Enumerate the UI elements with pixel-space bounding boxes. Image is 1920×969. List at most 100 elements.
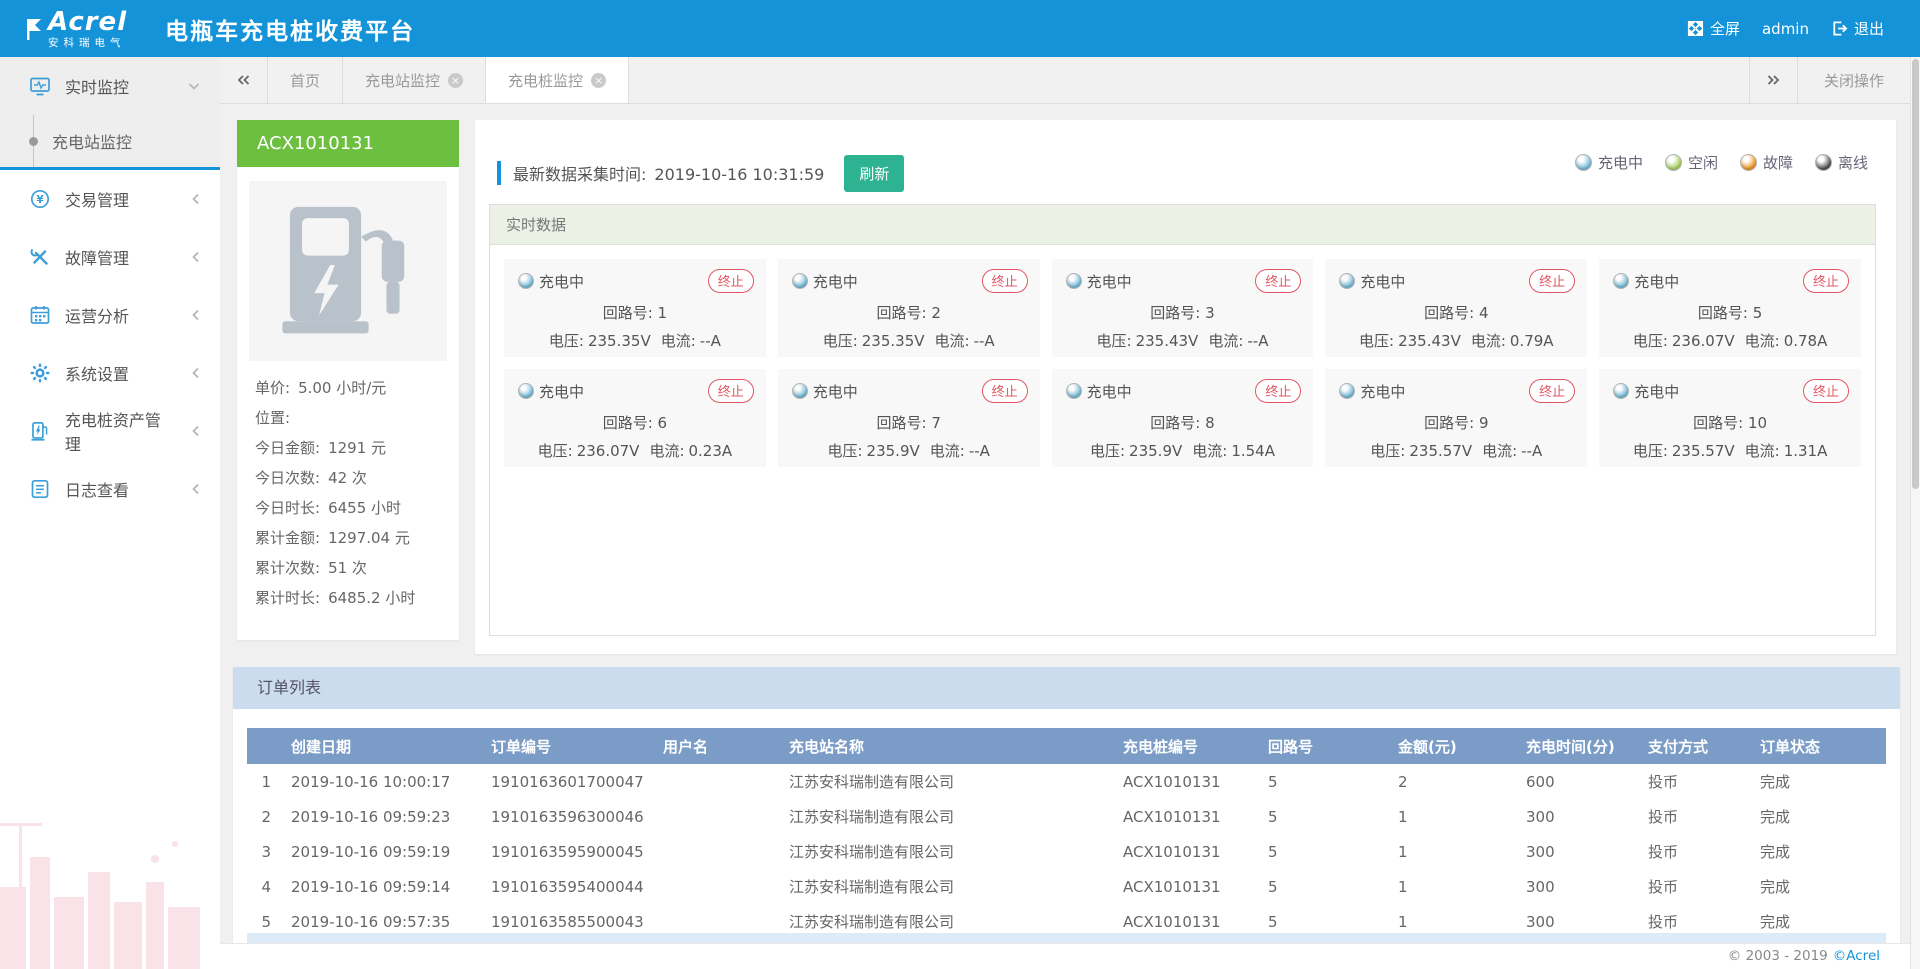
circuit-card-5: 充电中终止 回路号: 5 电压:236.07V电流:0.78A — [1599, 259, 1861, 357]
chevron-left-icon — [191, 193, 200, 205]
charging-status-icon — [1613, 273, 1629, 289]
refresh-button[interactable]: 刷新 — [844, 155, 904, 192]
circuit-no-value: 5 — [1753, 304, 1763, 322]
sidebar-item-faults[interactable]: 故障管理 — [0, 228, 220, 286]
logout-icon — [1831, 20, 1848, 37]
terminate-button[interactable]: 终止 — [982, 269, 1028, 293]
cell-date: 2019-10-16 09:59:14 — [283, 869, 483, 904]
circuit-no-value: 3 — [1205, 304, 1215, 322]
current-value: --A — [700, 332, 721, 350]
sidebar-item-settings[interactable]: 系统设置 — [0, 344, 220, 402]
col-header: 用户名 — [655, 728, 781, 764]
stat-value: 5.00 小时/元 — [298, 373, 386, 403]
cell-pay: 投币 — [1640, 834, 1752, 869]
fault-status-icon — [1740, 154, 1757, 171]
cell-index: 1 — [247, 764, 283, 799]
sidebar-item-pile-assets[interactable]: 充电桩资产管理 — [0, 402, 220, 460]
circuit-status: 充电中 — [539, 381, 584, 402]
terminate-button[interactable]: 终止 — [1803, 269, 1849, 293]
table-row[interactable]: 3 2019-10-16 09:59:19 1910163595900045 江… — [247, 834, 1886, 869]
terminate-button[interactable]: 终止 — [1529, 269, 1575, 293]
circuit-card-6: 充电中终止 回路号: 6 电压:236.07V电流:0.23A — [504, 369, 766, 467]
tab-close-icon[interactable]: × — [448, 73, 463, 88]
charging-status-icon — [518, 383, 534, 399]
sidebar-item-analysis[interactable]: 运营分析 — [0, 286, 220, 344]
cell-pile: ACX1010131 — [1115, 764, 1260, 799]
cell-status: 完成 — [1752, 799, 1886, 834]
cell-amount: 2 — [1390, 764, 1518, 799]
close-operations-button[interactable]: 关闭操作 — [1797, 57, 1910, 103]
settings-icon — [30, 363, 50, 383]
sidebar-item-label: 系统设置 — [65, 361, 129, 385]
table-row[interactable]: 1 2019-10-16 10:00:17 1910163601700047 江… — [247, 764, 1886, 799]
terminate-button[interactable]: 终止 — [1255, 379, 1301, 403]
stat-label: 位置: — [255, 403, 290, 433]
app-root: Acrel 安科瑞电气 电瓶车充电桩收费平台 全屏 admin 退出 首页 — [0, 0, 1920, 969]
scrollbar-thumb[interactable] — [1912, 59, 1919, 489]
col-header: 订单状态 — [1752, 728, 1886, 764]
current-label: 电流: — [1471, 332, 1506, 350]
cell-minutes: 300 — [1518, 869, 1640, 904]
logout-label: 退出 — [1854, 18, 1884, 39]
circuit-no-label: 回路号: — [603, 414, 653, 432]
terminate-button[interactable]: 终止 — [708, 379, 754, 403]
realtime-data-box: 实时数据 充电中终止 回路号: 1 电压:235.35V电流:--A 充电中终止… — [489, 204, 1876, 636]
legend-label: 离线 — [1838, 152, 1868, 173]
circuit-grid: 充电中终止 回路号: 1 电压:235.35V电流:--A 充电中终止 回路号:… — [490, 245, 1875, 481]
voltage-label: 电压: — [549, 332, 584, 350]
current-label: 电流: — [661, 332, 696, 350]
voltage-value: 235.43V — [1136, 332, 1199, 350]
sidebar-item-logs[interactable]: 日志查看 — [0, 460, 220, 518]
terminate-button[interactable]: 终止 — [1803, 379, 1849, 403]
stat-label: 累计时长: — [255, 583, 320, 613]
voltage-value: 235.9V — [867, 442, 920, 460]
terminate-button[interactable]: 终止 — [708, 269, 754, 293]
tabs-scroll-left-button[interactable] — [220, 57, 268, 103]
logo-subtext: 安科瑞电气 — [48, 38, 127, 49]
tab-label: 充电站监控 — [365, 70, 440, 91]
tab-close-icon[interactable]: × — [591, 73, 606, 88]
stat-today-count: 今日次数:42 次 — [255, 463, 441, 493]
voltage-value: 235.35V — [588, 332, 651, 350]
col-header: 充电时间(分) — [1518, 728, 1640, 764]
status-legend: 充电中 空闲 故障 离线 — [1575, 152, 1868, 173]
circuit-no-label: 回路号: — [603, 304, 653, 322]
chevron-left-icon — [191, 367, 200, 379]
sidebar-item-realtime-monitor[interactable]: 实时监控 — [0, 57, 220, 115]
tab-station-monitor[interactable]: 充电站监控 × — [343, 57, 486, 103]
voltage-label: 电压: — [1359, 332, 1394, 350]
username-label: admin — [1762, 20, 1809, 38]
voltage-value: 235.43V — [1398, 332, 1461, 350]
table-row[interactable]: 4 2019-10-16 09:59:14 1910163595400044 江… — [247, 869, 1886, 904]
charging-status-icon — [792, 273, 808, 289]
cell-amount: 1 — [1390, 799, 1518, 834]
collect-time-value: 2019-10-16 10:31:59 — [654, 165, 824, 184]
sidebar-item-station-monitor[interactable]: 充电站监控 — [0, 115, 220, 167]
table-row[interactable]: 2 2019-10-16 09:59:23 1910163596300046 江… — [247, 799, 1886, 834]
logout-button[interactable]: 退出 — [1825, 14, 1890, 43]
legend-label: 充电中 — [1598, 152, 1643, 173]
terminate-button[interactable]: 终止 — [1255, 269, 1301, 293]
current-label: 电流: — [935, 332, 970, 350]
stat-today-duration: 今日时长:6455 小时 — [255, 493, 441, 523]
tab-pile-monitor[interactable]: 充电桩监控 × — [486, 57, 629, 103]
sidebar-item-transactions[interactable]: ¥ 交易管理 — [0, 170, 220, 228]
terminate-button[interactable]: 终止 — [1529, 379, 1575, 403]
order-list-section: 订单列表 创建日期 订单编号 用户名 充电站名称 充电桩编号 回路号 金额(元) — [233, 667, 1900, 943]
charging-status-icon — [1066, 273, 1082, 289]
current-value: --A — [1247, 332, 1268, 350]
fullscreen-button[interactable]: 全屏 — [1681, 14, 1746, 43]
charging-status-icon — [1339, 273, 1355, 289]
circuit-no-value: 2 — [931, 304, 941, 322]
cell-amount: 1 — [1390, 869, 1518, 904]
current-label: 电流: — [1208, 332, 1243, 350]
stat-label: 今日时长: — [255, 493, 320, 523]
sidebar-item-label: 故障管理 — [65, 245, 129, 269]
tab-home[interactable]: 首页 — [268, 57, 343, 103]
cityscape-decoration — [0, 799, 210, 969]
cell-pay: 投币 — [1640, 764, 1752, 799]
tabs-scroll-right-button[interactable] — [1749, 57, 1797, 103]
terminate-button[interactable]: 终止 — [982, 379, 1028, 403]
circuit-status: 充电中 — [1634, 381, 1679, 402]
user-menu[interactable]: admin — [1756, 16, 1815, 42]
